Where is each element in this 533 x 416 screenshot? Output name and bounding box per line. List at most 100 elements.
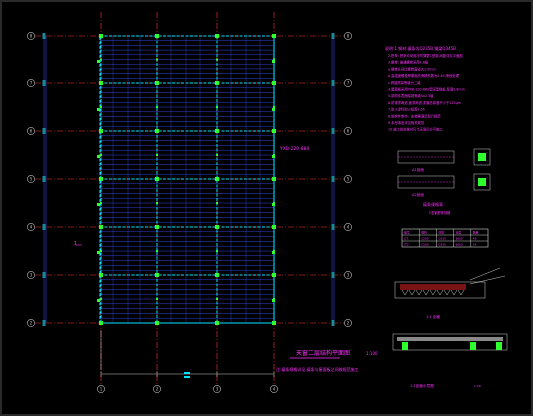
notes-line: 5.钢构件表面除锈等级Sa2.5级 xyxy=(388,93,434,98)
column-node xyxy=(99,321,103,325)
detail-a-steel xyxy=(478,153,486,161)
column-node xyxy=(155,34,159,38)
column-node xyxy=(272,321,276,325)
plan-note: 注:檩条规格详见,檩条与屋面板之间按规范施工 xyxy=(276,366,359,372)
section-c-deck xyxy=(436,289,444,296)
section-mark: 1 xyxy=(74,241,77,247)
plan-title-scale: 1:100 xyxy=(366,351,378,356)
table-cell: 编号 xyxy=(404,231,410,235)
axis-bubble-label: 4 xyxy=(30,225,33,230)
column-node xyxy=(215,129,219,133)
axis-bubble-label: 7 xyxy=(30,81,33,86)
brace-node xyxy=(156,106,158,108)
section-d-column xyxy=(496,342,502,350)
edge-marker xyxy=(272,299,275,302)
edge-marker xyxy=(97,251,100,254)
edge-marker xyxy=(272,251,275,254)
brace-node xyxy=(216,202,218,204)
edge-marker xyxy=(272,155,275,158)
side-column-marker xyxy=(42,33,46,39)
notes-heading: 说明:1.钢材:檩条为Q235B,钢梁Q345B xyxy=(385,45,456,51)
side-column-marker xyxy=(331,80,335,86)
side-column-marker xyxy=(42,80,46,86)
axis-bubble-label: 2 xyxy=(156,387,159,392)
section-c-slab xyxy=(400,284,466,290)
spec-table: 编号 规格 材质 长度 数量 LT1 C200 Q235 6000 48 LT2 C160 Q235 60… xyxy=(401,228,489,248)
edge-marker xyxy=(97,299,100,302)
notes-line: 6.防锈漆两道,面漆两道,漆膜总厚度不小于125μm xyxy=(388,100,461,105)
cad-canvas[interactable]: 8 8 7 7 6 6 5 5 4 4 3 3 2 2 1 2 3 4 1 天窗二层结构平面图 1:100 注:檩条… xyxy=(0,0,533,416)
brace-node xyxy=(100,154,102,156)
column-node xyxy=(99,273,103,277)
notes-line: b.高强度螺栓摩擦面抗滑移系数为0.45,喷砂处理 xyxy=(388,73,460,78)
side-column-marker xyxy=(331,272,335,278)
table-cell: 24 xyxy=(473,243,477,247)
table-cell: 材质 xyxy=(438,231,444,235)
edge-marker xyxy=(272,60,275,63)
column-node xyxy=(155,321,159,325)
section-c-label: 1-1 剖面 xyxy=(426,314,441,319)
side-column-marker xyxy=(331,176,335,182)
brace-node xyxy=(273,106,275,108)
brace-node xyxy=(156,58,158,61)
table-cell: Q235 xyxy=(438,237,446,241)
axis-bubble-label: 6 xyxy=(347,129,350,134)
brace-node xyxy=(216,250,218,252)
detail-b-steel xyxy=(478,178,486,186)
axis-bubble-label: 8 xyxy=(30,34,33,39)
column-node xyxy=(215,177,219,181)
plan-callout: YXB-220-880 xyxy=(279,146,309,152)
brace-node xyxy=(156,250,158,252)
notes-line: 7.防火涂料耐火极限1.5h xyxy=(388,107,425,112)
section-c-deck xyxy=(415,289,423,296)
table-cell: C160 xyxy=(421,243,429,247)
section-d-slab xyxy=(397,337,503,341)
brace-node xyxy=(156,202,158,204)
axis-bubble-label: 5 xyxy=(347,177,350,182)
brace-node xyxy=(100,250,102,252)
section-d-label: 1-1剖面示意图 xyxy=(410,383,434,388)
notes-line: 4.屋面板采用YXB-220-880型压型钢板,厚度0.8mm xyxy=(388,87,465,92)
section-c-deck xyxy=(450,289,458,296)
column-node xyxy=(99,129,103,133)
section-d-column xyxy=(402,342,408,350)
notes-line: 3.螺栓: 普通螺栓采用4.6级 xyxy=(388,60,429,65)
general-notes: 说明:1.钢材:檩条为Q235B,钢梁Q345B 2.檩条: 檩条均采用冷弯薄壁… xyxy=(385,45,465,132)
detail-drawings: A1剖面 A2剖面檩条规格表 C型钢檩条规格编号 规格 材质 长度 数量 LT1 C200 Q23… xyxy=(392,148,508,388)
column-node xyxy=(272,81,276,85)
axis-bubble-label: 4 xyxy=(273,387,276,392)
dimension-marker xyxy=(184,372,190,374)
axis-bubble-label: 2 xyxy=(30,321,33,326)
column-node xyxy=(215,273,219,277)
column-node xyxy=(215,81,219,85)
brace-node xyxy=(216,298,218,300)
column-node xyxy=(99,225,103,229)
column-node xyxy=(155,81,159,85)
axis-bubble-label: 3 xyxy=(347,273,350,278)
edge-marker xyxy=(97,60,100,63)
table-cell: C200 xyxy=(421,237,429,241)
section-c-leader xyxy=(469,275,506,285)
brace-node xyxy=(100,298,102,300)
axis-bubble-label: 3 xyxy=(216,387,219,392)
notes-line: 8.钢构件制作、安装需满足现行规范 xyxy=(388,113,441,118)
table-cell: 长度 xyxy=(456,231,462,235)
section-c-deck xyxy=(443,289,451,296)
dimension-marker xyxy=(184,376,190,378)
brace-node xyxy=(100,58,102,61)
structural-plan: 8 8 7 7 6 6 5 5 4 4 3 3 2 2 1 2 3 4 1 xyxy=(27,12,352,393)
section-c-deck xyxy=(429,289,437,296)
side-column-marker xyxy=(331,224,335,230)
section-d-column xyxy=(470,342,476,350)
side-column-marker xyxy=(42,320,46,326)
section-d-scale: 1:20 xyxy=(474,384,481,388)
table-cell: 48 xyxy=(473,237,477,241)
notes-line: a.螺栓孔径比螺栓直径大1.5mm xyxy=(388,66,436,71)
table-cell: 规格 xyxy=(421,231,427,235)
column-node xyxy=(272,129,276,133)
table-title: 檩条规格表 xyxy=(423,201,443,207)
table-cell: Q235 xyxy=(438,243,446,247)
brace-node xyxy=(216,58,218,61)
brace-node xyxy=(216,106,218,108)
side-column-marker xyxy=(42,176,46,182)
